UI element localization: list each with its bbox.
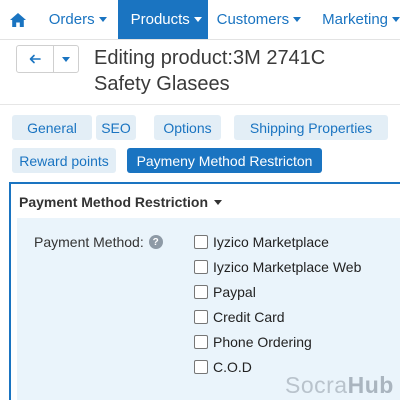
watermark-part2: Hub xyxy=(347,372,394,398)
option-label: Credit Card xyxy=(213,309,285,325)
option-iyzico-marketplace[interactable]: Iyzico Marketplace xyxy=(194,234,329,250)
watermark: SocraHub xyxy=(285,372,394,399)
section-title: Payment Method Restriction xyxy=(19,194,209,210)
divider xyxy=(0,104,400,105)
tab-general[interactable]: General xyxy=(12,115,92,140)
option-phone-ordering[interactable]: Phone Ordering xyxy=(194,334,312,350)
checkbox[interactable] xyxy=(194,360,208,374)
option-credit-card[interactable]: Credit Card xyxy=(194,309,285,325)
checkbox[interactable] xyxy=(194,335,208,349)
option-label: Iyzico Marketplace xyxy=(213,234,329,250)
caret-down-icon xyxy=(193,17,202,22)
option-paypal[interactable]: Paypal xyxy=(194,284,256,300)
question-icon[interactable]: ? xyxy=(148,235,163,249)
top-nav: Orders Products Customers Marketing xyxy=(0,0,400,40)
checkbox[interactable] xyxy=(194,310,208,324)
option-label: Paypal xyxy=(213,284,256,300)
nav-orders[interactable]: Orders xyxy=(36,0,118,39)
caret-down-icon xyxy=(392,17,400,22)
option-cod[interactable]: C.O.D xyxy=(194,359,252,375)
home-icon xyxy=(9,12,26,27)
section-toggle[interactable]: Payment Method Restriction xyxy=(19,194,223,210)
checkbox[interactable] xyxy=(194,285,208,299)
payment-restriction-panel: Payment Method Restriction Payment Metho… xyxy=(9,182,400,400)
tab-options[interactable]: Options xyxy=(154,115,221,140)
caret-down-icon xyxy=(214,199,223,205)
nav-marketing-label: Marketing xyxy=(322,11,388,28)
checkbox[interactable] xyxy=(194,260,208,274)
back-button[interactable] xyxy=(16,45,54,73)
option-label: Iyzico Marketplace Web xyxy=(213,259,362,275)
payment-method-label: Payment Method: ? xyxy=(34,234,163,250)
caret-down-icon xyxy=(293,17,302,22)
caret-down-icon xyxy=(62,56,70,62)
nav-products[interactable]: Products xyxy=(117,0,208,39)
option-label: Phone Ordering xyxy=(213,334,312,350)
arrow-left-icon xyxy=(29,54,41,64)
watermark-part1: Socra xyxy=(285,372,348,398)
tab-payment-method-restriction[interactable]: Paymeny Method Restricton xyxy=(127,148,322,173)
checkbox[interactable] xyxy=(194,235,208,249)
option-iyzico-marketplace-web[interactable]: Iyzico Marketplace Web xyxy=(194,259,361,275)
tab-shipping-properties[interactable]: Shipping Properties xyxy=(234,115,388,140)
option-label: C.O.D xyxy=(213,359,252,375)
caret-down-icon xyxy=(98,17,107,22)
home-button[interactable] xyxy=(0,0,36,39)
nav-customers[interactable]: Customers xyxy=(208,0,313,39)
nav-orders-label: Orders xyxy=(48,11,95,28)
nav-marketing[interactable]: Marketing xyxy=(312,0,400,39)
tab-reward-points[interactable]: Reward points xyxy=(12,148,116,173)
nav-products-label: Products xyxy=(130,11,190,28)
field-label-text: Payment Method: xyxy=(34,234,144,250)
tab-seo[interactable]: SEO xyxy=(96,115,136,140)
actions-dropdown-button[interactable] xyxy=(53,45,79,73)
page-title: Editing product:3M 2741C Safety Glasees xyxy=(94,47,326,95)
nav-customers-label: Customers xyxy=(216,11,290,28)
